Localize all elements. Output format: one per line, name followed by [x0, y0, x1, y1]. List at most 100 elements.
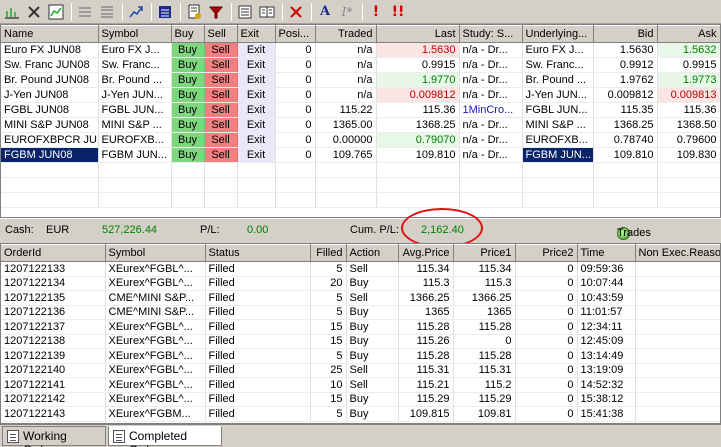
double-alert-icon[interactable]: !! — [388, 2, 408, 22]
position-cell: 0 — [275, 72, 316, 88]
order-row[interactable]: 1207122134 XEurex^FGBL^... Filled 20 Buy 115.… — [1, 276, 720, 291]
chart-bars-icon[interactable] — [2, 2, 22, 22]
list-icon[interactable] — [235, 2, 255, 22]
sell-button[interactable]: Sell — [204, 42, 238, 58]
col-header-status[interactable]: Status — [205, 244, 311, 262]
order-filled-cell: 5 — [310, 348, 347, 364]
order-action-cell: Buy — [346, 334, 399, 349]
col-header-price2[interactable]: Price2 — [515, 244, 578, 262]
alert-icon[interactable]: ! — [366, 2, 386, 22]
instrument-name[interactable]: Euro FX JUN08 — [1, 42, 99, 58]
exit-button[interactable]: Exit — [237, 87, 276, 103]
col-header-ask[interactable]: Ask — [657, 25, 720, 43]
exit-button[interactable]: Exit — [237, 132, 276, 148]
col-header-position[interactable]: Posi... — [275, 25, 316, 43]
instrument-row[interactable]: Euro FX JUN08 Euro FX J... Buy Sell Exit 0 n/a… — [1, 42, 720, 58]
order-row[interactable]: 1207122133 XEurex^FGBL^... Filled 5 Sell 115.… — [1, 261, 720, 277]
tab-completed-orders[interactable]: Completed Orders — [108, 426, 222, 447]
filter-icon[interactable] — [206, 2, 226, 22]
order-row[interactable]: 1207122137 XEurex^FGBL^... Filled 15 Buy 115.… — [1, 319, 720, 335]
lines-icon[interactable] — [75, 2, 95, 22]
instrument-name[interactable]: MINI S&P JUN08 — [1, 117, 99, 133]
order-row[interactable]: 1207122140 XEurex^FGBL^... Filled 25 Sell 115… — [1, 363, 720, 378]
buy-button[interactable]: Buy — [171, 72, 205, 88]
italic-font-icon[interactable]: I* — [337, 2, 357, 22]
col-header-study[interactable]: Study: S... — [459, 25, 523, 43]
order-avg-price-cell: 115.31 — [398, 363, 454, 378]
study-cell: n/a - Dr... — [459, 87, 523, 103]
exit-button[interactable]: Exit — [237, 117, 276, 133]
buy-button[interactable]: Buy — [171, 147, 205, 163]
book-icon[interactable] — [257, 2, 277, 22]
instrument-name[interactable]: J-Yen JUN08 — [1, 87, 99, 103]
order-row[interactable]: 1207122141 XEurex^FGBL^... Filled 10 Sell 115… — [1, 377, 720, 393]
col-header-order-symbol[interactable]: Symbol — [105, 244, 206, 262]
exit-button[interactable]: Exit — [237, 57, 276, 73]
buy-button[interactable]: Buy — [171, 132, 205, 148]
arrow-chart-icon[interactable] — [126, 2, 146, 22]
instrument-row[interactable]: FGBM JUN08 FGBM JUN... Buy Sell Exit 0 109.765… — [1, 147, 720, 163]
col-header-non-exec-reason[interactable]: Non Exec.Reason — [635, 244, 720, 262]
order-row[interactable]: 1207122138 XEurex^FGBL^... Filled 15 Buy 115.… — [1, 334, 720, 349]
chart-line-icon[interactable] — [46, 2, 66, 22]
instrument-name[interactable]: Sw. Franc JUN08 — [1, 57, 99, 73]
instrument-name[interactable]: Br. Pound JUN08 — [1, 72, 99, 88]
col-header-bid[interactable]: Bid — [593, 25, 658, 43]
col-header-time[interactable]: Time — [577, 244, 636, 262]
tools-icon[interactable] — [24, 2, 44, 22]
order-row[interactable]: 1207122142 XEurex^FGBL^... Filled 15 Buy 115.… — [1, 392, 720, 407]
empty-cell — [98, 162, 172, 178]
instrument-row[interactable]: Sw. Franc JUN08 Sw. Franc... Buy Sell Exit 0 n… — [1, 57, 720, 73]
order-row[interactable]: 1207122143 XEurex^FGBM... Filled 5 Buy 109.81… — [1, 406, 720, 422]
order-row[interactable]: 1207122135 CME^MINI S&P... Filled 5 Sell 1366… — [1, 290, 720, 306]
col-header-last[interactable]: Last — [376, 25, 460, 43]
col-header-traded[interactable]: Traded — [315, 25, 377, 43]
calendar-icon[interactable] — [155, 2, 175, 22]
buy-button[interactable]: Buy — [171, 87, 205, 103]
col-header-symbol[interactable]: Symbol — [98, 25, 172, 43]
font-icon[interactable]: A — [315, 2, 335, 22]
order-row[interactable]: 1207122136 CME^MINI S&P... Filled 5 Buy 1365 1… — [1, 305, 720, 320]
sell-button[interactable]: Sell — [204, 147, 238, 163]
instrument-row[interactable]: J-Yen JUN08 J-Yen JUN... Buy Sell Exit 0 n/a 0.… — [1, 87, 720, 103]
sell-button[interactable]: Sell — [204, 87, 238, 103]
col-header-avg-price[interactable]: Avg.Price — [398, 244, 454, 262]
instrument-name[interactable]: FGBM JUN08 — [1, 147, 99, 163]
order-action-cell: Sell — [346, 261, 399, 277]
instrument-row[interactable]: Br. Pound JUN08 Br. Pound ... Buy Sell Exit 0… — [1, 72, 720, 88]
exit-button[interactable]: Exit — [237, 102, 276, 118]
close-x-icon[interactable] — [286, 2, 306, 22]
col-header-price1[interactable]: Price1 — [453, 244, 516, 262]
exit-button[interactable]: Exit — [237, 72, 276, 88]
buy-button[interactable]: Buy — [171, 117, 205, 133]
instrument-name[interactable]: FGBL JUN08 — [1, 102, 99, 118]
document-add-icon[interactable] — [184, 2, 204, 22]
instrument-row[interactable]: FGBL JUN08 FGBL JUN... Buy Sell Exit 0 115.22 1… — [1, 102, 720, 118]
sell-button[interactable]: Sell — [204, 57, 238, 73]
col-header-exit[interactable]: Exit — [237, 25, 276, 43]
empty-cell — [204, 192, 238, 208]
sell-button[interactable]: Sell — [204, 132, 238, 148]
order-row[interactable]: 1207122139 XEurex^FGBL^... Filled 5 Buy 115.2… — [1, 348, 720, 364]
sell-button[interactable]: Sell — [204, 72, 238, 88]
empty-cell — [98, 192, 172, 208]
sell-button[interactable]: Sell — [204, 117, 238, 133]
instrument-row[interactable]: MINI S&P JUN08 MINI S&P ... Buy Sell Exit 0 13… — [1, 117, 720, 133]
instrument-name[interactable]: EUROFXBPCR JU... — [1, 132, 99, 148]
col-header-name[interactable]: Name — [1, 25, 99, 43]
exit-button[interactable]: Exit — [237, 42, 276, 58]
buy-button[interactable]: Buy — [171, 102, 205, 118]
buy-button[interactable]: Buy — [171, 57, 205, 73]
col-header-action[interactable]: Action — [346, 244, 399, 262]
lines2-icon[interactable] — [97, 2, 117, 22]
col-header-filled[interactable]: Filled — [310, 244, 347, 262]
col-header-buy[interactable]: Buy — [171, 25, 205, 43]
col-header-sell[interactable]: Sell — [204, 25, 238, 43]
instrument-row[interactable]: EUROFXBPCR JU... EUROFXB... Buy Sell Exit 0 0.… — [1, 132, 720, 148]
tab-working-orders[interactable]: Working Orders — [2, 426, 106, 447]
exit-button[interactable]: Exit — [237, 147, 276, 163]
buy-button[interactable]: Buy — [171, 42, 205, 58]
sell-button[interactable]: Sell — [204, 102, 238, 118]
col-header-underlying[interactable]: Underlying... — [522, 25, 594, 43]
col-header-orderid[interactable]: OrderId — [1, 244, 106, 262]
